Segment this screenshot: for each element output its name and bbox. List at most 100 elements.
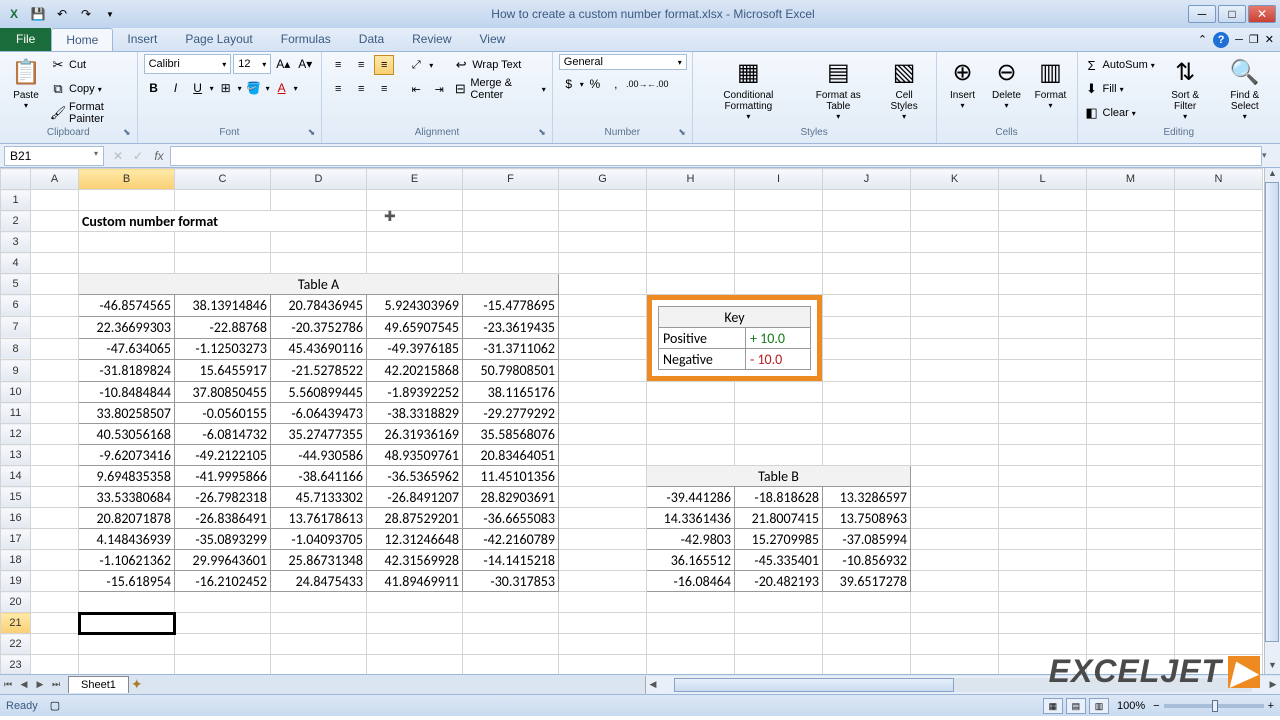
- cell-I20[interactable]: [735, 592, 823, 613]
- cell-J20[interactable]: [823, 592, 911, 613]
- cell-E1[interactable]: [367, 190, 463, 211]
- cell-C13[interactable]: -49.2122105: [175, 445, 271, 466]
- cell-B22[interactable]: [79, 634, 175, 655]
- cell-F15[interactable]: 28.82903691: [463, 487, 559, 508]
- workbook-close-icon[interactable]: ✕: [1265, 33, 1274, 46]
- cell-A12[interactable]: [31, 424, 79, 445]
- cell-G22[interactable]: [559, 634, 647, 655]
- cell-L5[interactable]: [999, 274, 1087, 295]
- select-all-corner[interactable]: [1, 169, 31, 190]
- cell-M15[interactable]: [1087, 487, 1175, 508]
- cell-M12[interactable]: [1087, 424, 1175, 445]
- autosum-button[interactable]: ΣAutoSum▾: [1084, 54, 1155, 76]
- zoom-out-icon[interactable]: −: [1153, 700, 1159, 712]
- row-header-4[interactable]: 4: [1, 253, 31, 274]
- cell-J8[interactable]: [823, 338, 911, 360]
- cell-D11[interactable]: -6.06439473: [271, 403, 367, 424]
- row-header-7[interactable]: 7: [1, 316, 31, 338]
- cell-G23[interactable]: [559, 655, 647, 675]
- cell-C16[interactable]: -26.8386491: [175, 508, 271, 529]
- cell-B7[interactable]: 22.36699303: [79, 316, 175, 338]
- cell-D6[interactable]: 20.78436945: [271, 295, 367, 317]
- col-header-I[interactable]: I: [735, 169, 823, 190]
- cell-G6[interactable]: [559, 295, 647, 317]
- cell-H14[interactable]: Table B: [647, 466, 911, 487]
- cell-A16[interactable]: [31, 508, 79, 529]
- cell-H1[interactable]: [647, 190, 735, 211]
- cell-A17[interactable]: [31, 529, 79, 550]
- cell-B2[interactable]: Custom number format: [79, 211, 367, 232]
- tab-view[interactable]: View: [466, 28, 520, 51]
- shrink-font-icon[interactable]: A▾: [295, 54, 315, 74]
- tab-review[interactable]: Review: [398, 28, 465, 51]
- cell-I19[interactable]: -20.482193: [735, 571, 823, 592]
- row-header-12[interactable]: 12: [1, 424, 31, 445]
- tab-insert[interactable]: Insert: [113, 28, 171, 51]
- cell-D14[interactable]: -38.641166: [271, 466, 367, 487]
- cell-D17[interactable]: -1.04093705: [271, 529, 367, 550]
- cell-C15[interactable]: -26.7982318: [175, 487, 271, 508]
- row-header-8[interactable]: 8: [1, 338, 31, 360]
- cell-H21[interactable]: [647, 613, 735, 634]
- cell-N1[interactable]: [1175, 190, 1263, 211]
- cell-F16[interactable]: -36.6655083: [463, 508, 559, 529]
- cell-B4[interactable]: [79, 253, 175, 274]
- cell-A23[interactable]: [31, 655, 79, 675]
- number-format-select[interactable]: General▾: [559, 54, 687, 70]
- cell-A5[interactable]: [31, 274, 79, 295]
- cell-M7[interactable]: [1087, 316, 1175, 338]
- cell-F20[interactable]: [463, 592, 559, 613]
- save-icon[interactable]: 💾: [28, 4, 48, 24]
- cell-I3[interactable]: [735, 232, 823, 253]
- cell-D16[interactable]: 13.76178613: [271, 508, 367, 529]
- fill-color-button[interactable]: 🪣: [244, 78, 264, 98]
- cell-M18[interactable]: [1087, 550, 1175, 571]
- accounting-format-icon[interactable]: $: [559, 74, 579, 94]
- row-header-23[interactable]: 23: [1, 655, 31, 675]
- cell-F7[interactable]: -23.3619435: [463, 316, 559, 338]
- cell-K12[interactable]: [911, 424, 999, 445]
- number-launcher[interactable]: ⬊: [678, 127, 686, 138]
- scroll-up-icon[interactable]: ▲: [1265, 168, 1280, 182]
- vertical-scrollbar[interactable]: ▲ ▼: [1264, 168, 1280, 674]
- cell-A19[interactable]: [31, 571, 79, 592]
- paste-button[interactable]: 📋 Paste ▾: [6, 54, 46, 112]
- cell-N9[interactable]: [1175, 360, 1263, 382]
- cell-F14[interactable]: 11.45101356: [463, 466, 559, 487]
- cell-M8[interactable]: [1087, 338, 1175, 360]
- cell-A4[interactable]: [31, 253, 79, 274]
- cell-L8[interactable]: [999, 338, 1087, 360]
- cell-B18[interactable]: -1.10621362: [79, 550, 175, 571]
- cell-C8[interactable]: -1.12503273: [175, 338, 271, 360]
- cell-H20[interactable]: [647, 592, 735, 613]
- row-header-18[interactable]: 18: [1, 550, 31, 571]
- tab-file[interactable]: File: [0, 28, 51, 51]
- font-launcher[interactable]: ⬊: [308, 127, 316, 138]
- cell-K11[interactable]: [911, 403, 999, 424]
- cell-L4[interactable]: [999, 253, 1087, 274]
- cell-J3[interactable]: [823, 232, 911, 253]
- cell-M11[interactable]: [1087, 403, 1175, 424]
- cell-K16[interactable]: [911, 508, 999, 529]
- cell-C14[interactable]: -41.9995866: [175, 466, 271, 487]
- cell-L15[interactable]: [999, 487, 1087, 508]
- cell-E2[interactable]: [367, 211, 463, 232]
- cell-G10[interactable]: [559, 382, 647, 403]
- grow-font-icon[interactable]: A▴: [273, 54, 293, 74]
- cell-A2[interactable]: [31, 211, 79, 232]
- cell-E12[interactable]: 26.31936169: [367, 424, 463, 445]
- cell-K2[interactable]: [911, 211, 999, 232]
- cell-N22[interactable]: [1175, 634, 1263, 655]
- workbook-minimize-icon[interactable]: ─: [1235, 34, 1243, 46]
- row-header-14[interactable]: 14: [1, 466, 31, 487]
- cell-N18[interactable]: [1175, 550, 1263, 571]
- cell-N23[interactable]: [1175, 655, 1263, 675]
- tab-page-layout[interactable]: Page Layout: [171, 28, 266, 51]
- cell-F12[interactable]: 35.58568076: [463, 424, 559, 445]
- percent-format-icon[interactable]: %: [585, 74, 605, 94]
- cell-C9[interactable]: 15.6455917: [175, 360, 271, 382]
- underline-button[interactable]: U: [188, 78, 208, 98]
- col-header-A[interactable]: A: [31, 169, 79, 190]
- row-header-1[interactable]: 1: [1, 190, 31, 211]
- cell-D15[interactable]: 45.7133302: [271, 487, 367, 508]
